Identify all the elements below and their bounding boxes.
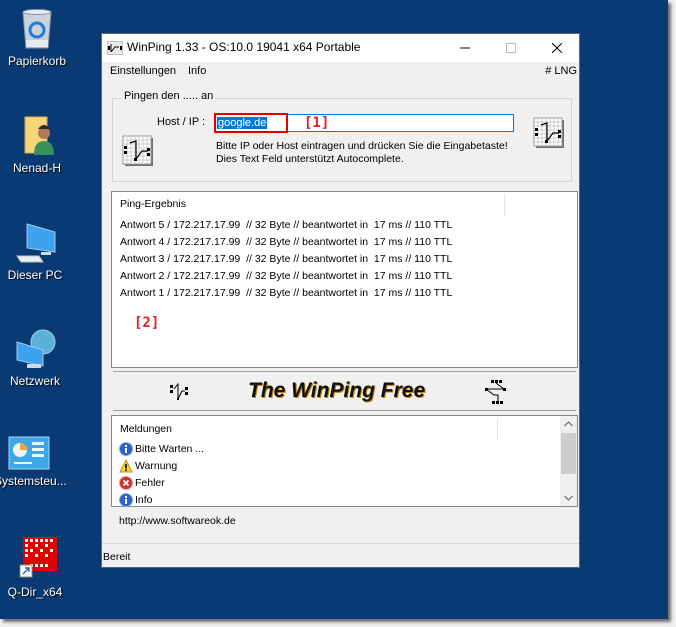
info-icon bbox=[119, 493, 133, 507]
user-folder-icon bbox=[24, 116, 54, 155]
desktop-icon-label: Netzwerk bbox=[9, 374, 60, 388]
website-link[interactable]: http://www.softwareok.de bbox=[119, 515, 236, 527]
annotation-marker-1: [1] bbox=[304, 115, 330, 131]
host-label: Host / IP : bbox=[157, 116, 206, 128]
info-icon bbox=[119, 442, 133, 456]
desktop-icon-label: Nenad-H bbox=[12, 161, 62, 175]
maximize-icon bbox=[506, 43, 516, 53]
title-bar[interactable]: WinPing 1.33 - OS:10.0 19041 x64 Portabl… bbox=[102, 34, 579, 62]
ping-small-icon-left bbox=[170, 382, 188, 400]
ping-result-list[interactable]: Ping-Ergebnis Antwort 5 / 172.217.17.99 … bbox=[111, 191, 578, 368]
error-icon bbox=[119, 476, 133, 490]
annotation-box-1 bbox=[214, 113, 288, 133]
scroll-up-icon[interactable] bbox=[564, 421, 573, 427]
desktop-icon-this-pc[interactable]: Dieser PC bbox=[0, 222, 70, 282]
message-item[interactable]: Bitte Warten ... bbox=[119, 441, 204, 457]
message-item[interactable]: Info bbox=[119, 492, 153, 508]
winping-window: WinPing 1.33 - OS:10.0 19041 x64 Portabl… bbox=[101, 33, 580, 568]
desktop-icon-recycle-bin[interactable]: Papierkorb bbox=[2, 8, 72, 68]
close-icon bbox=[552, 43, 562, 53]
menu-bar: Einstellungen Info # LNG bbox=[102, 62, 579, 82]
result-row[interactable]: Antwort 1 / 172.217.17.99 // 32 Byte // … bbox=[120, 287, 452, 299]
annotation-marker-2: [2] bbox=[134, 315, 160, 331]
result-row[interactable]: Antwort 5 / 172.217.17.99 // 32 Byte // … bbox=[120, 219, 452, 231]
host-hint: Bitte IP oder Host eintragen und drücken… bbox=[216, 140, 508, 166]
menu-settings[interactable]: Einstellungen bbox=[110, 65, 176, 77]
ping-small-icon-right bbox=[485, 380, 506, 404]
banner-text: The WinPing Free bbox=[248, 379, 426, 402]
scroll-down-icon[interactable] bbox=[564, 495, 573, 501]
status-bar: Bereit bbox=[102, 543, 579, 568]
minimize-button[interactable] bbox=[442, 34, 488, 62]
winping-app-icon bbox=[107, 41, 123, 55]
desktop-icon-label: Systemsteu... bbox=[0, 474, 67, 488]
maximize-button[interactable] bbox=[488, 34, 534, 62]
window-title: WinPing 1.33 - OS:10.0 19041 x64 Portabl… bbox=[127, 40, 361, 54]
desktop-icon-control-panel[interactable]: Systemsteu... bbox=[0, 436, 67, 488]
menu-language[interactable]: # LNG bbox=[545, 65, 577, 77]
ping-right-button[interactable] bbox=[533, 117, 565, 149]
desktop-icon-label: Dieser PC bbox=[7, 268, 63, 282]
column-separator bbox=[504, 194, 505, 216]
ping-target-group: Pingen den ..... an Host / IP : google.d… bbox=[112, 90, 572, 182]
ping-group-legend: Pingen den ..... an bbox=[122, 90, 216, 102]
result-row[interactable]: Antwort 3 / 172.217.17.99 // 32 Byte // … bbox=[120, 253, 452, 265]
minimize-icon bbox=[460, 47, 470, 49]
recycle-bin-icon bbox=[22, 9, 52, 49]
ping-result-header[interactable]: Ping-Ergebnis bbox=[120, 198, 186, 210]
hint-line-2: Dies Text Feld unterstützt Autocomplete. bbox=[216, 153, 404, 165]
desktop-icon-label: Q-Dir_x64 bbox=[7, 585, 63, 599]
winping-banner[interactable]: The WinPing Free bbox=[113, 371, 576, 411]
computer-icon bbox=[16, 223, 56, 263]
hint-line-1: Bitte IP oder Host eintragen und drücken… bbox=[216, 140, 508, 152]
desktop-icon-network[interactable]: Netzwerk bbox=[0, 328, 70, 388]
warning-icon bbox=[119, 459, 133, 473]
message-item[interactable]: Fehler bbox=[119, 475, 165, 491]
messages-scrollbar[interactable] bbox=[560, 416, 577, 506]
close-button[interactable] bbox=[534, 34, 580, 62]
desktop-icon-user-folder[interactable]: Nenad-H bbox=[2, 115, 72, 175]
desktop-icon-label: Papierkorb bbox=[7, 54, 67, 68]
messages-header[interactable]: Meldungen bbox=[120, 423, 172, 435]
message-item[interactable]: Warnung bbox=[119, 458, 177, 474]
network-icon bbox=[16, 329, 56, 368]
ping-left-button[interactable] bbox=[122, 135, 154, 167]
qdir-shortcut-icon bbox=[19, 537, 57, 578]
result-row[interactable]: Antwort 2 / 172.217.17.99 // 32 Byte // … bbox=[120, 270, 452, 282]
menu-info[interactable]: Info bbox=[188, 65, 206, 77]
result-row[interactable]: Antwort 4 / 172.217.17.99 // 32 Byte // … bbox=[120, 236, 452, 248]
message-text: Info bbox=[135, 494, 153, 506]
message-text: Warnung bbox=[135, 460, 178, 472]
status-text: Bereit bbox=[103, 551, 131, 563]
desktop-icon-qdir[interactable]: Q-Dir_x64 bbox=[0, 535, 70, 599]
message-text: Fehler bbox=[135, 477, 165, 489]
control-panel-icon bbox=[8, 436, 50, 470]
messages-list[interactable]: Meldungen Bitte Warten ... Warnung Fehle… bbox=[111, 415, 578, 507]
scrollbar-thumb[interactable] bbox=[561, 433, 576, 474]
message-text: Bitte Warten ... bbox=[135, 443, 205, 455]
column-separator bbox=[497, 418, 498, 440]
